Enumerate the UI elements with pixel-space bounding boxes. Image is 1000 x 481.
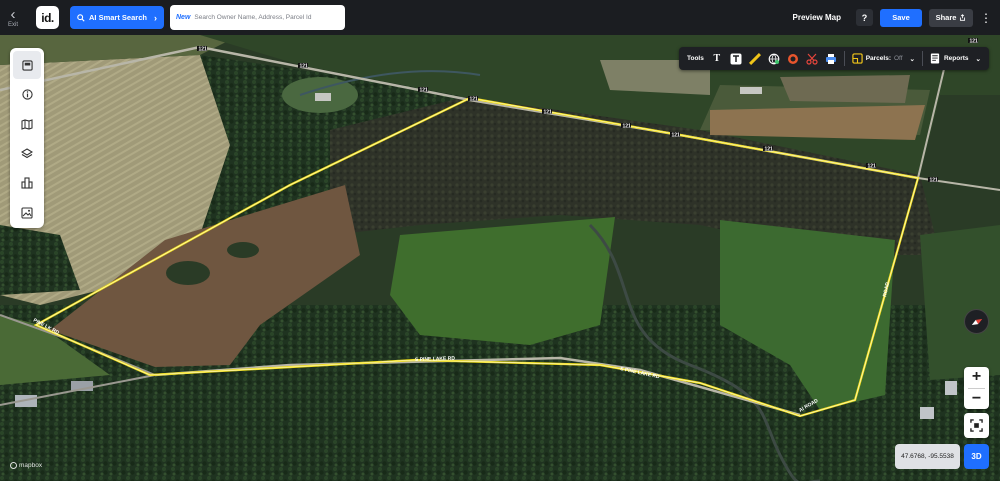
layers-panel-icon — [21, 59, 33, 71]
toggle-3d-button[interactable]: 3D — [964, 444, 989, 469]
chevron-down-icon: ⌄ — [975, 55, 981, 63]
reports-label: Reports — [943, 55, 969, 62]
scissors-icon[interactable] — [806, 53, 818, 65]
ai-smart-search-label: AI Smart Search — [89, 13, 147, 22]
road-label: 121 — [765, 146, 774, 152]
zoom-controls: + − — [964, 367, 989, 409]
share-icon — [960, 14, 966, 21]
tools-label: Tools — [687, 55, 704, 62]
chevron-down-icon: ⌄ — [909, 55, 915, 63]
road-label: 121 — [930, 177, 939, 183]
reports-dropdown[interactable]: Reports ⌄ — [930, 53, 981, 64]
mapbox-logo-icon — [10, 462, 17, 469]
image-icon — [21, 206, 33, 219]
road-label: 121 — [470, 96, 479, 102]
road-label: 121 — [623, 123, 632, 129]
toolbar-divider — [922, 51, 923, 66]
zoom-out-button[interactable]: − — [964, 389, 989, 410]
text-box-tool-icon[interactable] — [730, 53, 742, 65]
coordinates-readout: 47.6768, -95.5538 — [895, 444, 960, 469]
exit-button[interactable]: ‹ Exit — [0, 0, 26, 35]
text-tool-icon[interactable]: T — [711, 53, 723, 65]
parcel-icon — [852, 53, 863, 64]
preview-map-button[interactable]: Preview Map — [793, 13, 841, 22]
buildings-button[interactable] — [13, 169, 41, 197]
search-icon — [77, 13, 85, 22]
share-label: Share — [935, 13, 957, 22]
top-actions: Preview Map ? Save Share ⋮ — [793, 8, 1000, 27]
share-button[interactable]: Share — [929, 8, 973, 27]
road-label: 121 — [544, 109, 553, 115]
buildings-icon — [21, 177, 33, 189]
focus-frame-icon — [970, 419, 983, 432]
app-root: 121 121 121 121 121 121 121 121 121 121 … — [0, 0, 1000, 481]
mapbox-label: mapbox — [19, 462, 43, 469]
report-document-icon — [930, 53, 940, 64]
left-tool-rail — [10, 48, 44, 228]
field-green-center — [390, 217, 615, 345]
map-tools-toolbar: Tools T Parcels: Off ⌄ Reports ⌄ — [679, 47, 989, 70]
mapbox-attribution: mapbox — [10, 462, 42, 469]
more-options-icon[interactable]: ⋮ — [980, 12, 992, 24]
new-badge: New — [176, 14, 191, 21]
field-right-brown — [710, 105, 925, 140]
zoom-in-button[interactable]: + — [964, 367, 989, 388]
compass-icon — [971, 318, 982, 325]
print-icon[interactable] — [825, 53, 837, 65]
globe-pin-icon[interactable] — [768, 53, 780, 65]
road-label: 121 — [420, 87, 429, 93]
parcels-state: Off — [893, 55, 903, 62]
road-label: 121 — [672, 132, 681, 138]
image-export-button[interactable] — [13, 199, 41, 227]
fit-bounds-button[interactable] — [964, 413, 989, 438]
info-icon — [21, 89, 33, 100]
save-button[interactable]: Save — [880, 8, 922, 27]
layers-button[interactable] — [13, 140, 41, 168]
toolbar-divider — [843, 51, 845, 66]
chevron-right-icon: › — [154, 12, 157, 23]
help-button[interactable]: ? — [856, 9, 873, 26]
compass-button[interactable] — [964, 309, 989, 334]
search-bar[interactable]: New — [170, 5, 345, 30]
radius-tool-icon[interactable] — [787, 53, 799, 65]
chevron-left-icon: ‹ — [10, 5, 16, 23]
road-label: 121 — [970, 38, 979, 44]
ai-smart-search-button[interactable]: AI Smart Search › — [70, 6, 164, 29]
map-icon — [21, 118, 33, 130]
satellite-map[interactable]: 121 121 121 121 121 121 121 121 121 121 … — [0, 35, 1000, 481]
stack-layers-icon — [21, 148, 33, 159]
measure-ruler-icon[interactable] — [748, 52, 761, 65]
road-label: 121 — [199, 46, 208, 52]
map-view-button[interactable] — [13, 110, 41, 138]
search-input[interactable] — [194, 14, 339, 21]
layers-panel-button[interactable] — [13, 51, 41, 79]
parcels-toggle[interactable]: Parcels: Off ⌄ — [852, 53, 915, 64]
top-bar: ‹ Exit id. AI Smart Search › New Preview… — [0, 0, 1000, 35]
parcels-label: Parcels: — [865, 55, 891, 62]
app-logo[interactable]: id. — [36, 6, 59, 29]
road-label: 121 — [868, 163, 877, 169]
exit-label: Exit — [7, 21, 18, 28]
info-button[interactable] — [13, 81, 41, 109]
road-label: 121 — [300, 63, 309, 69]
